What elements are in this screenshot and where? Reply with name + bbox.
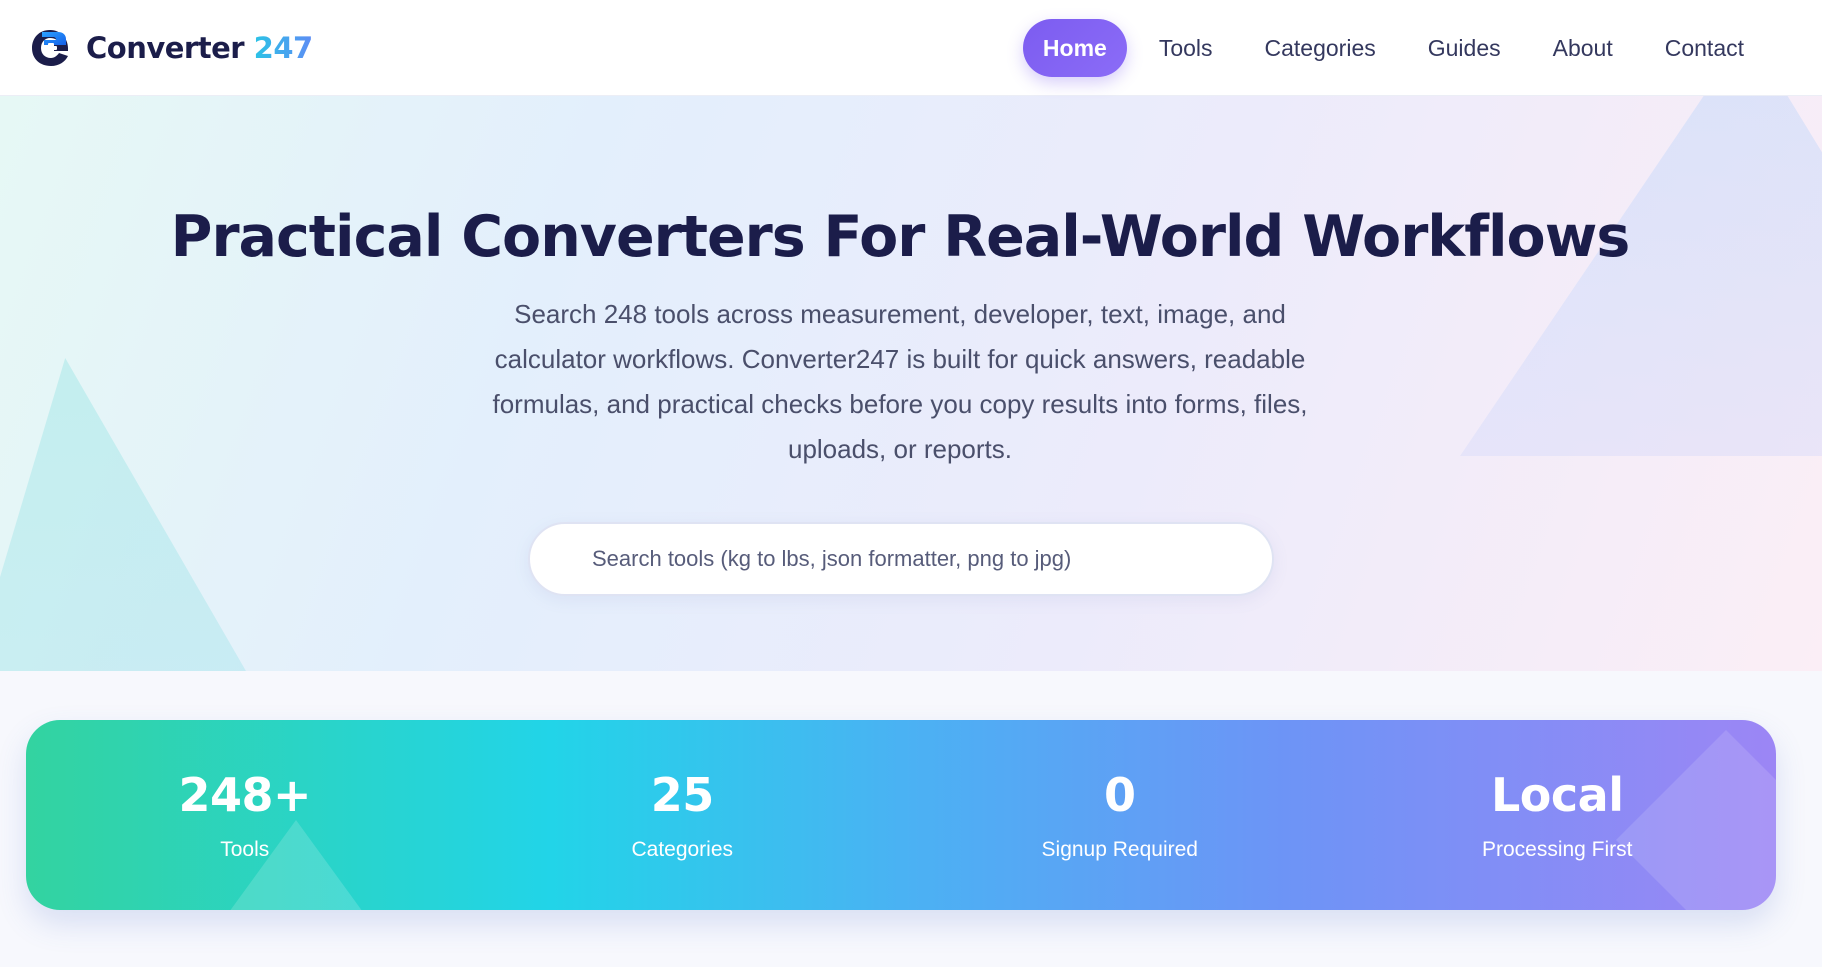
hero-title: Practical Converters For Real-World Work… [170, 204, 1631, 270]
hero-description: Search 248 tools across measurement, dev… [492, 299, 1308, 464]
nav-item-home[interactable]: Home [1022, 18, 1127, 77]
stat-value: 0 [1103, 768, 1136, 822]
stats-banner: 248+ Tools 25 Categories 0 Signup Requir… [26, 720, 1776, 910]
stat-tools: 248+ Tools [26, 720, 464, 910]
brand-logo-link[interactable]: Converter 247 [28, 26, 313, 70]
stat-label: Categories [631, 838, 734, 861]
nav-item-about[interactable]: About [1533, 19, 1633, 77]
stat-label: Processing First [1481, 838, 1633, 861]
nav-item-categories[interactable]: Categories [1245, 19, 1396, 77]
nav-item-guides[interactable]: Guides [1408, 19, 1521, 77]
hero-decor-triangle-right [1460, 96, 1822, 456]
search-icon [558, 550, 577, 569]
stat-value: Local [1491, 768, 1624, 822]
brand-name-prefix: Converter [86, 30, 254, 65]
stat-signup: 0 Signup Required [901, 720, 1339, 910]
stat-processing: Local Processing First [1339, 720, 1777, 910]
brand-name-accent: 247 [253, 30, 314, 65]
site-header: Converter 247 Home Tools Categories Guid… [0, 0, 1822, 96]
converter-logo-icon [32, 29, 69, 66]
stat-label: Signup Required [1041, 838, 1198, 861]
stat-value: 25 [650, 768, 715, 822]
stat-label: Tools [220, 838, 270, 861]
search-box[interactable] [528, 522, 1274, 596]
nav-item-contact[interactable]: Contact [1645, 19, 1764, 77]
stat-value: 248+ [178, 768, 312, 822]
main-nav: Home Tools Categories Guides About Conta… [1022, 18, 1764, 77]
brand-name: Converter 247 [86, 31, 313, 65]
search-input[interactable] [592, 546, 1246, 572]
hero-decor-triangle-left [0, 358, 250, 671]
hero-section: Practical Converters For Real-World Work… [0, 96, 1822, 671]
stat-categories: 25 Categories [464, 720, 902, 910]
nav-item-tools[interactable]: Tools [1139, 19, 1233, 77]
